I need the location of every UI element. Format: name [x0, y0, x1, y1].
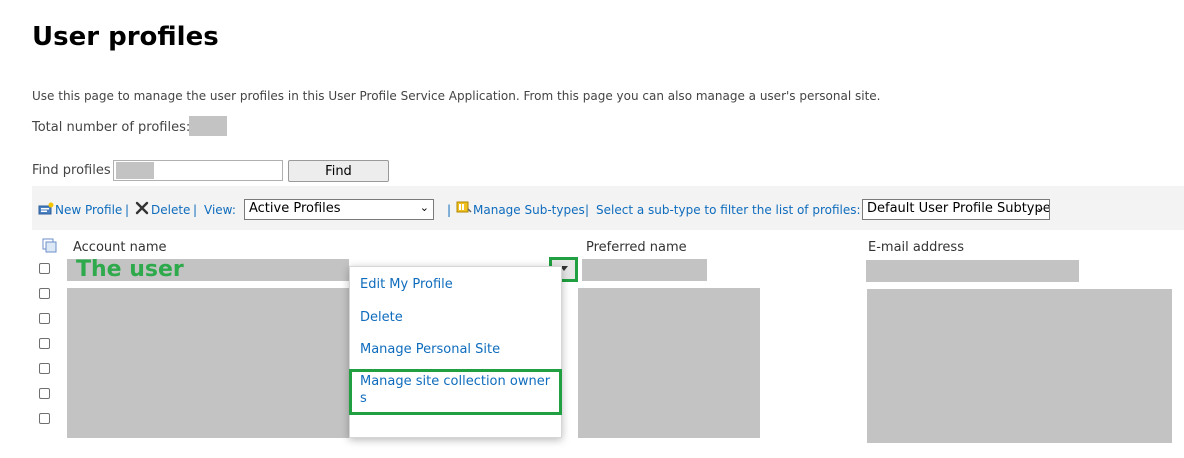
row-checkbox[interactable]	[39, 313, 50, 324]
menu-item-manage-personal-site[interactable]: Manage Personal Site	[360, 342, 500, 357]
email-redacted	[866, 260, 1079, 282]
subtype-select[interactable]: Default User Profile Subtype ⌄	[862, 199, 1050, 220]
column-header-preferred-name[interactable]: Preferred name	[586, 240, 687, 255]
preferred-name-redacted	[582, 259, 707, 281]
menu-item-delete[interactable]: Delete	[360, 310, 403, 325]
subtype-select-value: Default User Profile Subtype	[867, 201, 1050, 216]
select-all-icon[interactable]	[42, 238, 58, 257]
toolbar-separator: |	[447, 203, 452, 217]
manage-subtypes-button[interactable]: Manage Sub-types	[473, 203, 585, 217]
page-description: Use this page to manage the user profile…	[32, 89, 881, 103]
toolbar-separator: |	[193, 203, 198, 217]
page-title: User profiles	[32, 22, 219, 52]
find-button[interactable]: Find	[288, 160, 389, 182]
manage-subtypes-icon[interactable]	[456, 199, 472, 218]
delete-button[interactable]: Delete	[151, 203, 190, 217]
view-select-value: Active Profiles	[249, 201, 341, 216]
the-user-annotation: The user	[76, 257, 184, 282]
preferred-name-redacted	[578, 288, 760, 438]
new-profile-button[interactable]: New Profile	[55, 203, 122, 217]
toolbar-separator: |	[585, 203, 590, 217]
view-label: View:	[204, 203, 236, 217]
row-checkbox[interactable]	[39, 263, 50, 274]
delete-x-icon[interactable]	[135, 200, 149, 219]
menu-item-edit-my-profile[interactable]: Edit My Profile	[360, 277, 453, 292]
email-redacted	[867, 289, 1172, 443]
column-header-email[interactable]: E-mail address	[868, 240, 964, 255]
column-header-account-name[interactable]: Account name	[73, 240, 167, 255]
view-select[interactable]: Active Profiles ⌄	[244, 199, 434, 220]
find-input-value-redacted	[116, 162, 154, 179]
menu-item-highlight-box	[349, 369, 562, 415]
find-profiles-label: Find profiles	[32, 163, 111, 178]
row-checkbox[interactable]	[39, 388, 50, 399]
chevron-down-icon: ⌄	[1035, 201, 1045, 214]
row-checkbox[interactable]	[39, 413, 50, 424]
chevron-down-icon: ⌄	[419, 201, 429, 214]
new-profile-icon[interactable]	[38, 201, 54, 220]
row-checkbox[interactable]	[39, 338, 50, 349]
toolbar-separator: |	[125, 203, 130, 217]
account-name-redacted	[67, 288, 349, 438]
subtype-hint-label: Select a sub-type to filter the list of …	[596, 203, 861, 217]
total-profiles-label: Total number of profiles:	[32, 120, 191, 135]
total-profiles-value-redacted	[189, 116, 227, 136]
row-checkbox[interactable]	[39, 288, 50, 299]
row-checkbox[interactable]	[39, 363, 50, 374]
